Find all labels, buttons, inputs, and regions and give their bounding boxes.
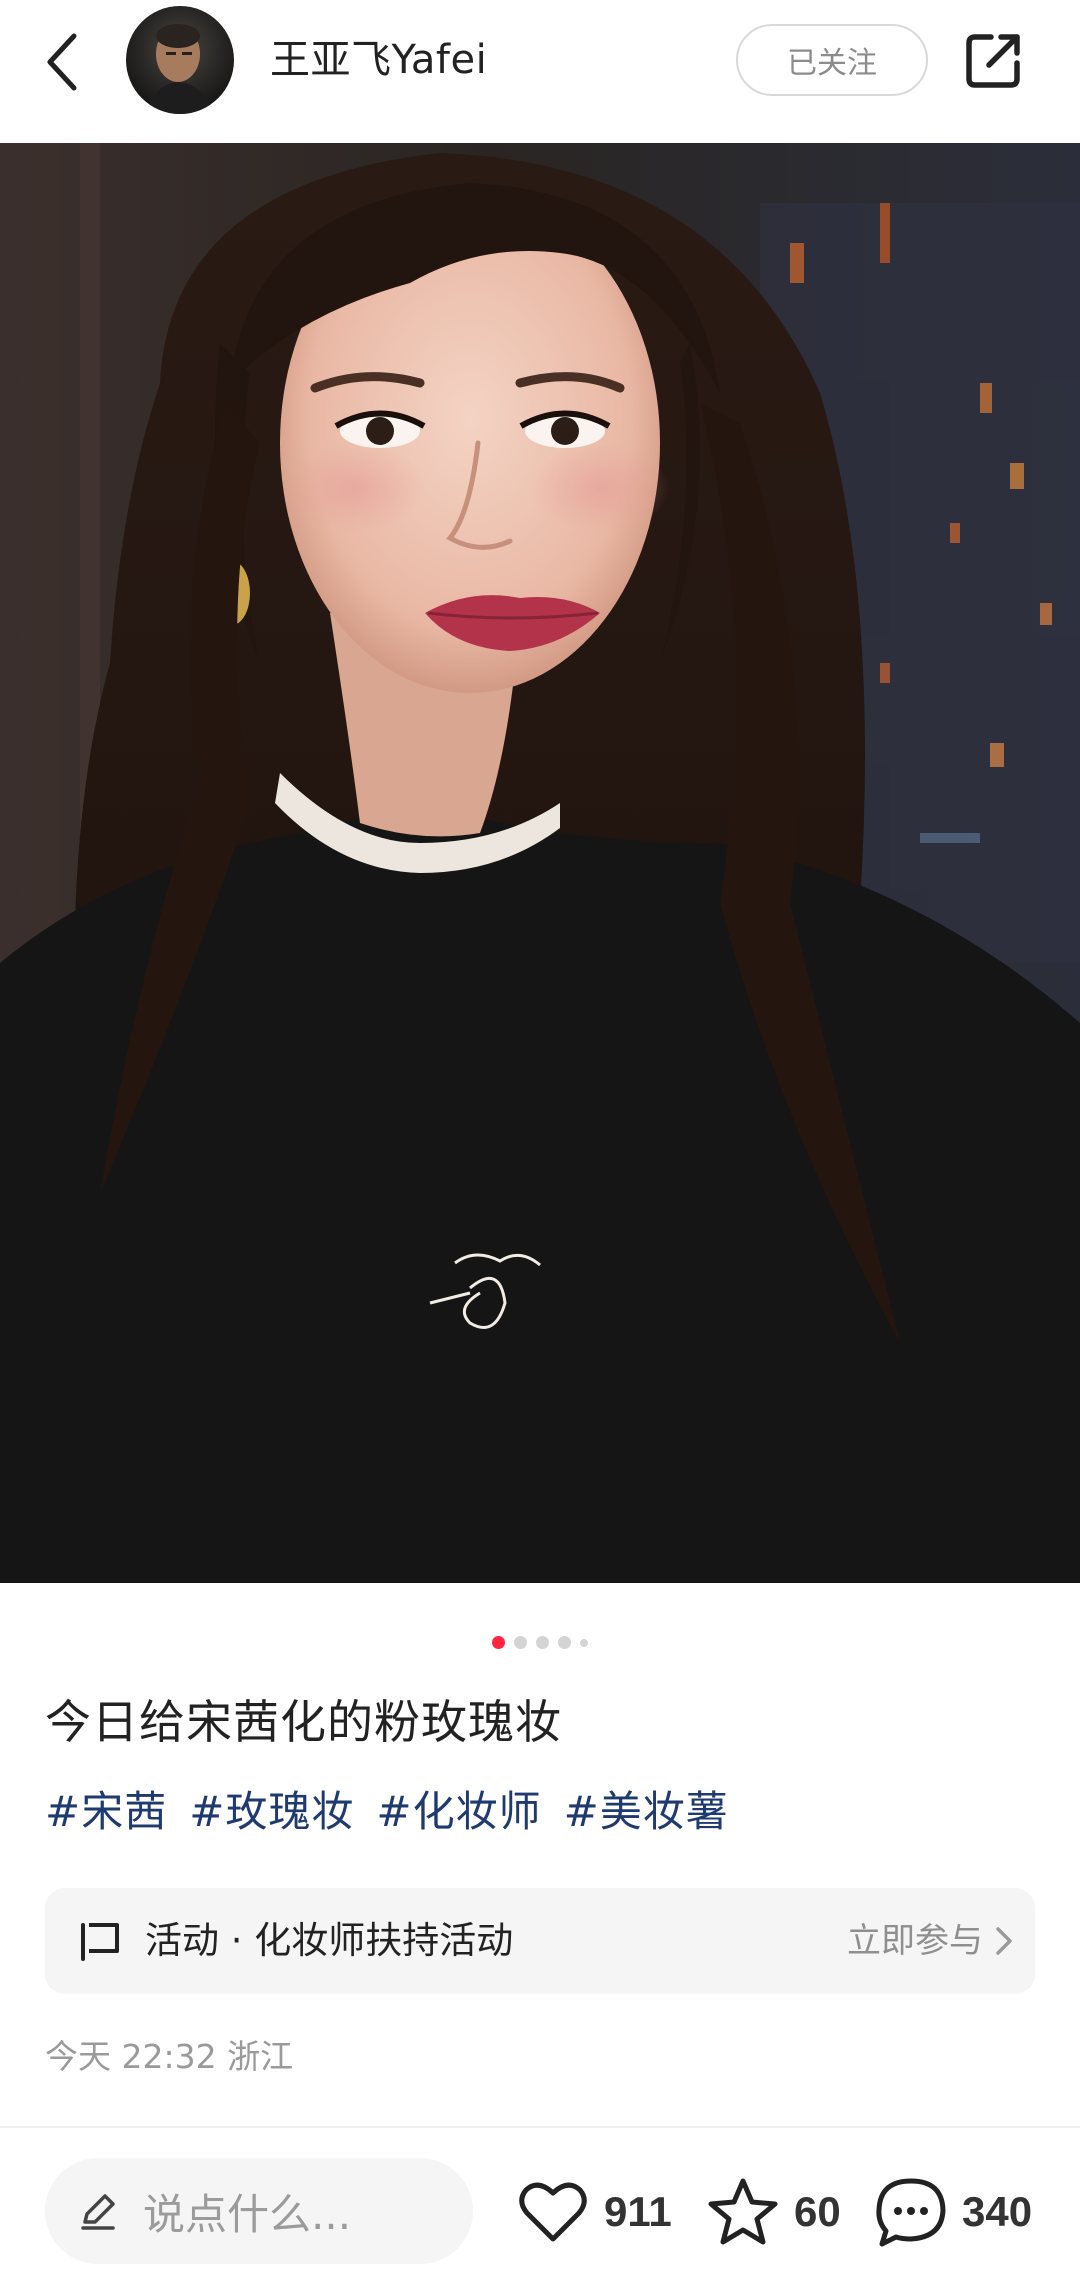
top-bar: 王亚飞Yafei 已关注	[0, 0, 1080, 143]
back-button[interactable]	[34, 26, 88, 98]
chat-bubble-icon	[876, 2178, 946, 2247]
join-activity-link[interactable]: 立即参与	[847, 1888, 983, 1994]
collect-count: 60	[794, 2188, 841, 2235]
divider	[0, 2126, 1080, 2128]
carousel-dot[interactable]	[514, 1636, 527, 1649]
hashtag[interactable]: #宋茜	[45, 1782, 167, 1842]
share-button[interactable]	[958, 22, 1030, 98]
comment-input[interactable]: 说点什么...	[45, 2158, 473, 2264]
comment-count: 340	[962, 2188, 1033, 2235]
carousel-dot[interactable]	[558, 1636, 571, 1649]
share-icon	[966, 34, 1020, 88]
author-name[interactable]: 王亚飞Yafei	[270, 34, 487, 86]
carousel-indicator	[0, 1636, 1080, 1649]
hashtag[interactable]: #美妆薯	[564, 1782, 729, 1842]
hashtag-list: #宋茜 #玫瑰妆 #化妆师 #美妆薯	[45, 1782, 729, 1842]
comment-button[interactable]: 340	[872, 2172, 1032, 2252]
chevron-right-icon	[996, 1927, 1012, 1955]
collect-button[interactable]: 60	[704, 2172, 841, 2252]
chevron-left-icon	[47, 33, 77, 91]
activity-label: 活动 · 化妆师扶持活动	[145, 1919, 514, 1962]
heart-icon	[519, 2182, 587, 2242]
note-detail-page: 王亚飞Yafei 已关注 今日给宋茜化的粉玫瑰妆 #宋茜 #玫瑰妆 #化妆师 #…	[0, 0, 1080, 2295]
comment-placeholder: 说点什么...	[143, 2189, 352, 2239]
activity-banner[interactable]: 活动 · 化妆师扶持活动 立即参与	[45, 1888, 1035, 1994]
pencil-icon	[81, 2194, 115, 2230]
hashtag[interactable]: #化妆师	[376, 1782, 541, 1842]
like-count: 911	[604, 2188, 672, 2235]
follow-button[interactable]: 已关注	[736, 24, 928, 96]
star-icon	[708, 2178, 778, 2245]
post-title: 今日给宋茜化的粉玫瑰妆	[45, 1695, 562, 1749]
like-button[interactable]: 911	[514, 2172, 672, 2252]
author-avatar[interactable]	[126, 6, 234, 114]
carousel-dot-active[interactable]	[492, 1636, 505, 1649]
post-photo[interactable]	[0, 143, 1080, 1583]
flag-icon	[81, 1923, 119, 1961]
carousel-dot[interactable]	[536, 1636, 549, 1649]
hashtag[interactable]: #玫瑰妆	[189, 1782, 354, 1842]
carousel-dot[interactable]	[580, 1638, 588, 1647]
post-meta: 今天 22:32 浙江	[45, 2037, 294, 2076]
